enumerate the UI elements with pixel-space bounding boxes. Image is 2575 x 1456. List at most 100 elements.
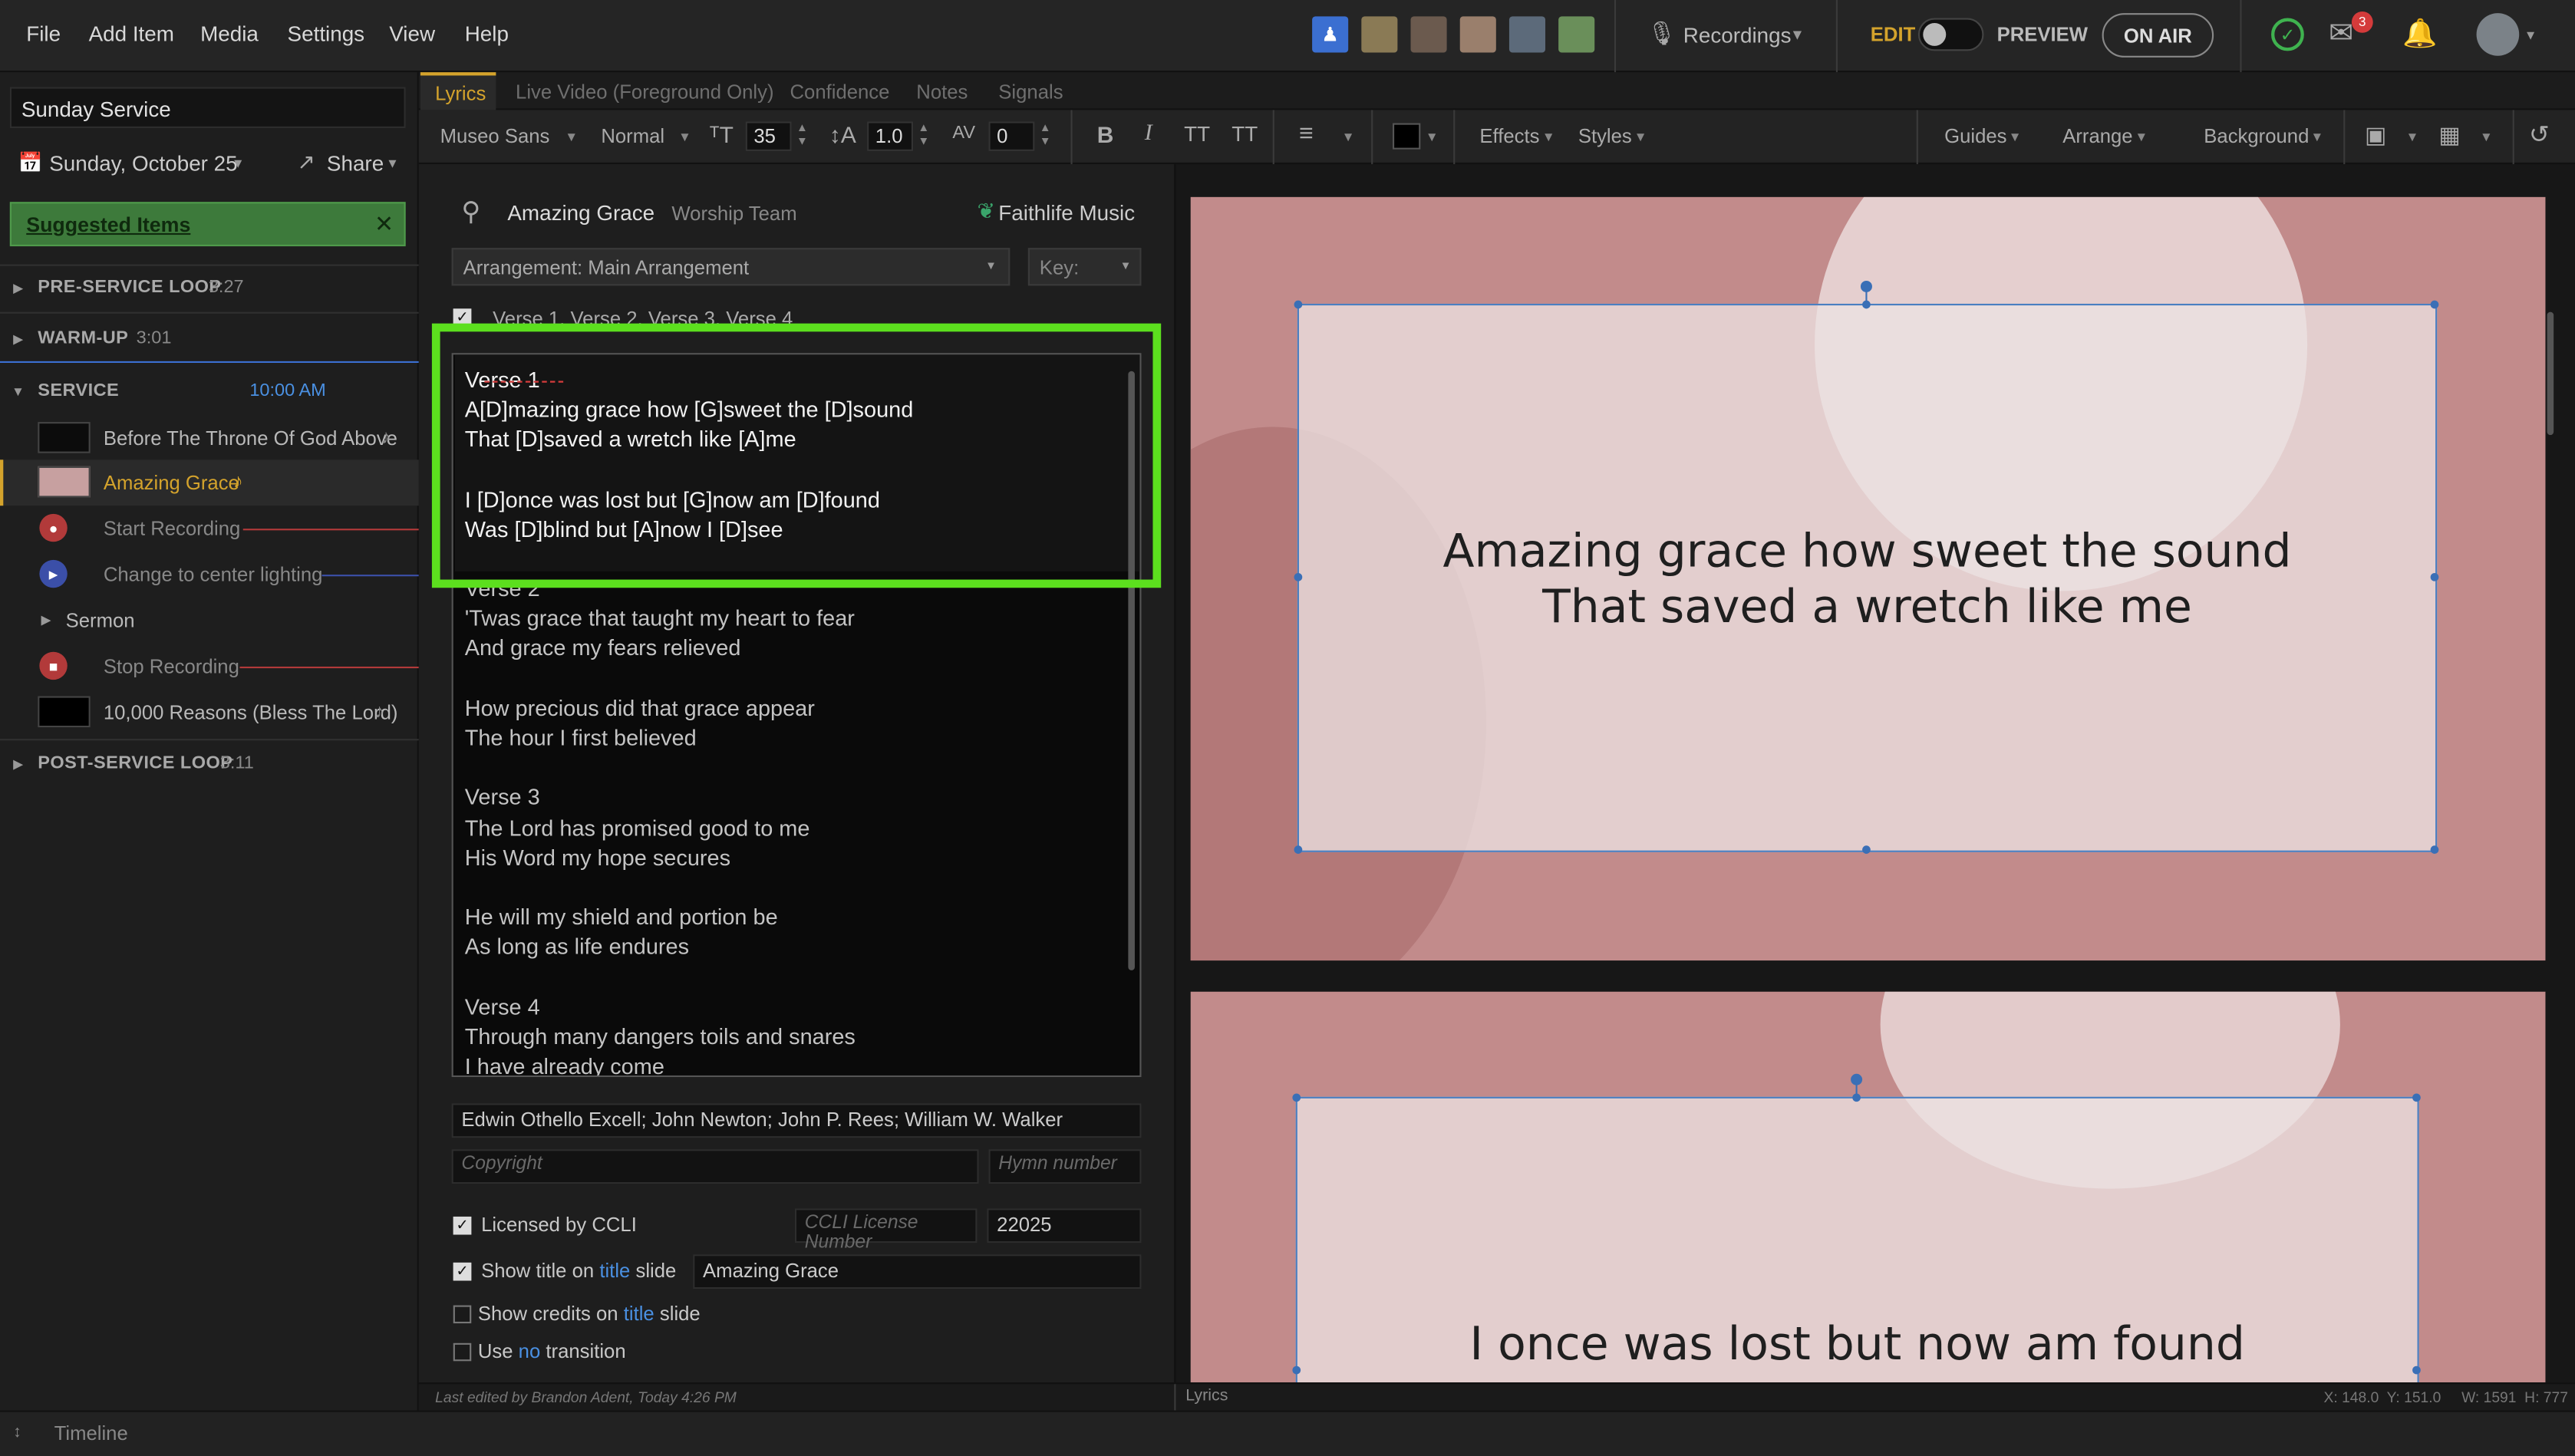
lyric-line[interactable] <box>465 456 914 486</box>
lyric-line[interactable]: Verse 3 <box>465 784 856 814</box>
chevron-right-icon[interactable]: ▶ <box>41 612 51 627</box>
resize-handle[interactable] <box>1862 845 1871 854</box>
resize-handle[interactable] <box>2430 300 2439 309</box>
check-circle-icon[interactable]: ✓ <box>2271 18 2304 51</box>
arrangement-select[interactable]: Arrangement: Main Arrangement <box>451 248 1011 286</box>
lyric-line[interactable]: Was [D]blind but [A]now I [D]see <box>465 516 914 545</box>
tab-confidence[interactable]: Confidence <box>790 81 889 104</box>
on-air-button[interactable]: ON AIR <box>2102 13 2214 58</box>
presence-avatar[interactable] <box>1410 16 1447 53</box>
lyric-line[interactable]: Through many dangers toils and snares <box>465 1023 856 1053</box>
stepper-icon[interactable]: ▲ ▼ <box>796 124 808 150</box>
lyric-line[interactable]: And grace my fears relieved <box>465 634 856 664</box>
suggested-items-label[interactable]: Suggested Items <box>26 213 190 236</box>
reset-icon[interactable]: ↺ <box>2529 120 2550 149</box>
styles-menu[interactable]: Styles <box>1578 125 1632 148</box>
show-credits-checkbox[interactable] <box>453 1305 472 1324</box>
close-icon[interactable]: ✕ <box>374 210 394 238</box>
timeline-label[interactable]: Timeline <box>54 1421 128 1444</box>
section-warm-up[interactable]: WARM-UP <box>38 328 128 348</box>
lyric-line[interactable]: The Lord has promised good to me <box>465 814 856 844</box>
chevron-right-icon[interactable]: ▶ <box>13 281 23 295</box>
resize-handle[interactable] <box>1294 300 1303 309</box>
background-menu[interactable]: Background <box>2204 125 2309 148</box>
lyric-line[interactable]: How precious did that grace appear <box>465 694 856 724</box>
lyric-line[interactable]: That [D]saved a wretch like [A]me <box>465 426 914 456</box>
tab-lyrics[interactable]: Lyrics <box>420 72 496 110</box>
lyric-line[interactable]: Verse 2 <box>465 575 856 604</box>
effects-menu[interactable]: Effects <box>1479 125 1539 148</box>
authors-field[interactable]: Edwin Othello Excell; John Newton; John … <box>451 1103 1142 1138</box>
list-item[interactable]: Before The Throne Of God Above ♪ <box>0 415 419 460</box>
show-title-checkbox[interactable]: ✓ <box>453 1262 472 1281</box>
remaining-lyrics[interactable]: Verse 2 'Twas grace that taught my heart … <box>465 575 856 1076</box>
resize-handle[interactable] <box>1292 1093 1301 1102</box>
section-service[interactable]: SERVICE <box>38 381 119 401</box>
chevron-right-icon[interactable]: ▶ <box>13 757 23 772</box>
list-item[interactable]: ● Start Recording <box>0 506 419 552</box>
list-item[interactable]: 10,000 Reasons (Bless The Lord) ♪ <box>0 690 419 736</box>
lyric-line[interactable]: 'Twas grace that taught my heart to fear <box>465 604 856 634</box>
edit-preview-toggle[interactable] <box>1917 18 1984 51</box>
text-box-icon[interactable]: ▣ <box>2365 121 2386 149</box>
plan-date[interactable]: Sunday, October 25 <box>49 151 237 176</box>
lyric-line[interactable]: He will my shield and portion be <box>465 904 856 934</box>
menu-view[interactable]: View <box>389 21 435 46</box>
stepper-icon[interactable]: ▲ ▼ <box>918 124 929 150</box>
font-size-input[interactable]: 35 <box>745 121 792 151</box>
bold-icon[interactable]: B <box>1097 121 1114 147</box>
transition-checkbox[interactable] <box>453 1342 472 1362</box>
section-start-time[interactable]: 10:00 AM <box>249 381 325 401</box>
lyric-line[interactable]: A[D]mazing grace how [G]sweet the [D]sou… <box>465 396 914 426</box>
stepper-icon[interactable]: ▲ ▼ <box>1040 124 1051 150</box>
recordings-menu[interactable]: Recordings <box>1683 23 1792 48</box>
list-item[interactable]: ▶ Sermon <box>0 598 419 644</box>
rotate-handle[interactable] <box>1860 280 1872 292</box>
slide-2-text[interactable]: I once was lost but now am found <box>1297 1317 2418 1373</box>
italic-icon[interactable]: I <box>1145 121 1152 147</box>
lyric-line[interactable]: His Word my hope secures <box>465 844 856 874</box>
plan-title-input[interactable]: Sunday Service <box>9 87 406 128</box>
chat-icon[interactable]: ✉ <box>2329 16 2353 51</box>
active-verse-lyrics[interactable]: Verse 1 A[D]mazing grace how [G]sweet the… <box>465 366 914 545</box>
presence-avatar[interactable] <box>1459 16 1496 53</box>
tracking-input[interactable]: 0 <box>988 121 1035 151</box>
tab-signals[interactable]: Signals <box>998 81 1063 104</box>
lyric-line[interactable] <box>465 874 856 904</box>
bell-icon[interactable]: 🔔 <box>2402 18 2437 51</box>
line-height-input[interactable]: 1.0 <box>867 121 914 151</box>
lyric-line[interactable]: Verse 4 <box>465 993 856 1023</box>
menu-settings[interactable]: Settings <box>288 21 365 46</box>
resize-handle[interactable] <box>2412 1365 2421 1375</box>
expand-icon[interactable]: ↕ <box>13 1424 21 1442</box>
resize-handle[interactable] <box>2412 1093 2421 1102</box>
lyric-line[interactable]: I [D]once was lost but [G]now am [D]foun… <box>465 486 914 516</box>
lyric-line[interactable] <box>465 754 856 784</box>
presence-avatar[interactable] <box>1361 16 1398 53</box>
small-caps-icon[interactable]: TT <box>1184 121 1210 146</box>
user-avatar[interactable] <box>2476 13 2520 56</box>
resize-handle[interactable] <box>1294 845 1303 854</box>
tab-notes[interactable]: Notes <box>916 81 968 104</box>
list-item[interactable]: ► Change to center lighting <box>0 552 419 598</box>
resize-handle[interactable] <box>2430 572 2439 581</box>
ccli-license-field[interactable]: CCLI License Number <box>794 1208 978 1253</box>
guides-menu[interactable]: Guides <box>1944 125 2006 148</box>
arrange-menu[interactable]: Arrange <box>2062 125 2132 148</box>
rotate-handle[interactable] <box>1851 1073 1863 1085</box>
scrollbar-thumb[interactable] <box>2547 311 2554 436</box>
section-pre-service-loop[interactable]: PRE-SERVICE LOOP <box>38 278 221 298</box>
title-link[interactable]: title <box>599 1260 630 1283</box>
song-title[interactable]: Amazing Grace <box>507 200 654 225</box>
list-item-selected[interactable]: Amazing Grace ♪ <box>0 460 419 506</box>
hymn-number-field[interactable]: Hymn number <box>988 1149 1142 1184</box>
share-button[interactable]: Share <box>327 151 384 176</box>
title-link[interactable]: title <box>624 1302 654 1325</box>
resize-handle[interactable] <box>1294 572 1303 581</box>
menu-media[interactable]: Media <box>200 21 259 46</box>
list-item[interactable]: ■ Stop Recording <box>0 644 419 690</box>
tab-live-video[interactable]: Live Video (Foreground Only) <box>516 81 773 104</box>
slide-1-text[interactable]: Amazing grace how sweet the sound That s… <box>1299 524 2435 636</box>
image-icon[interactable]: ▦ <box>2438 121 2460 149</box>
slide-2[interactable]: I once was lost but now am found <box>1190 991 2546 1383</box>
